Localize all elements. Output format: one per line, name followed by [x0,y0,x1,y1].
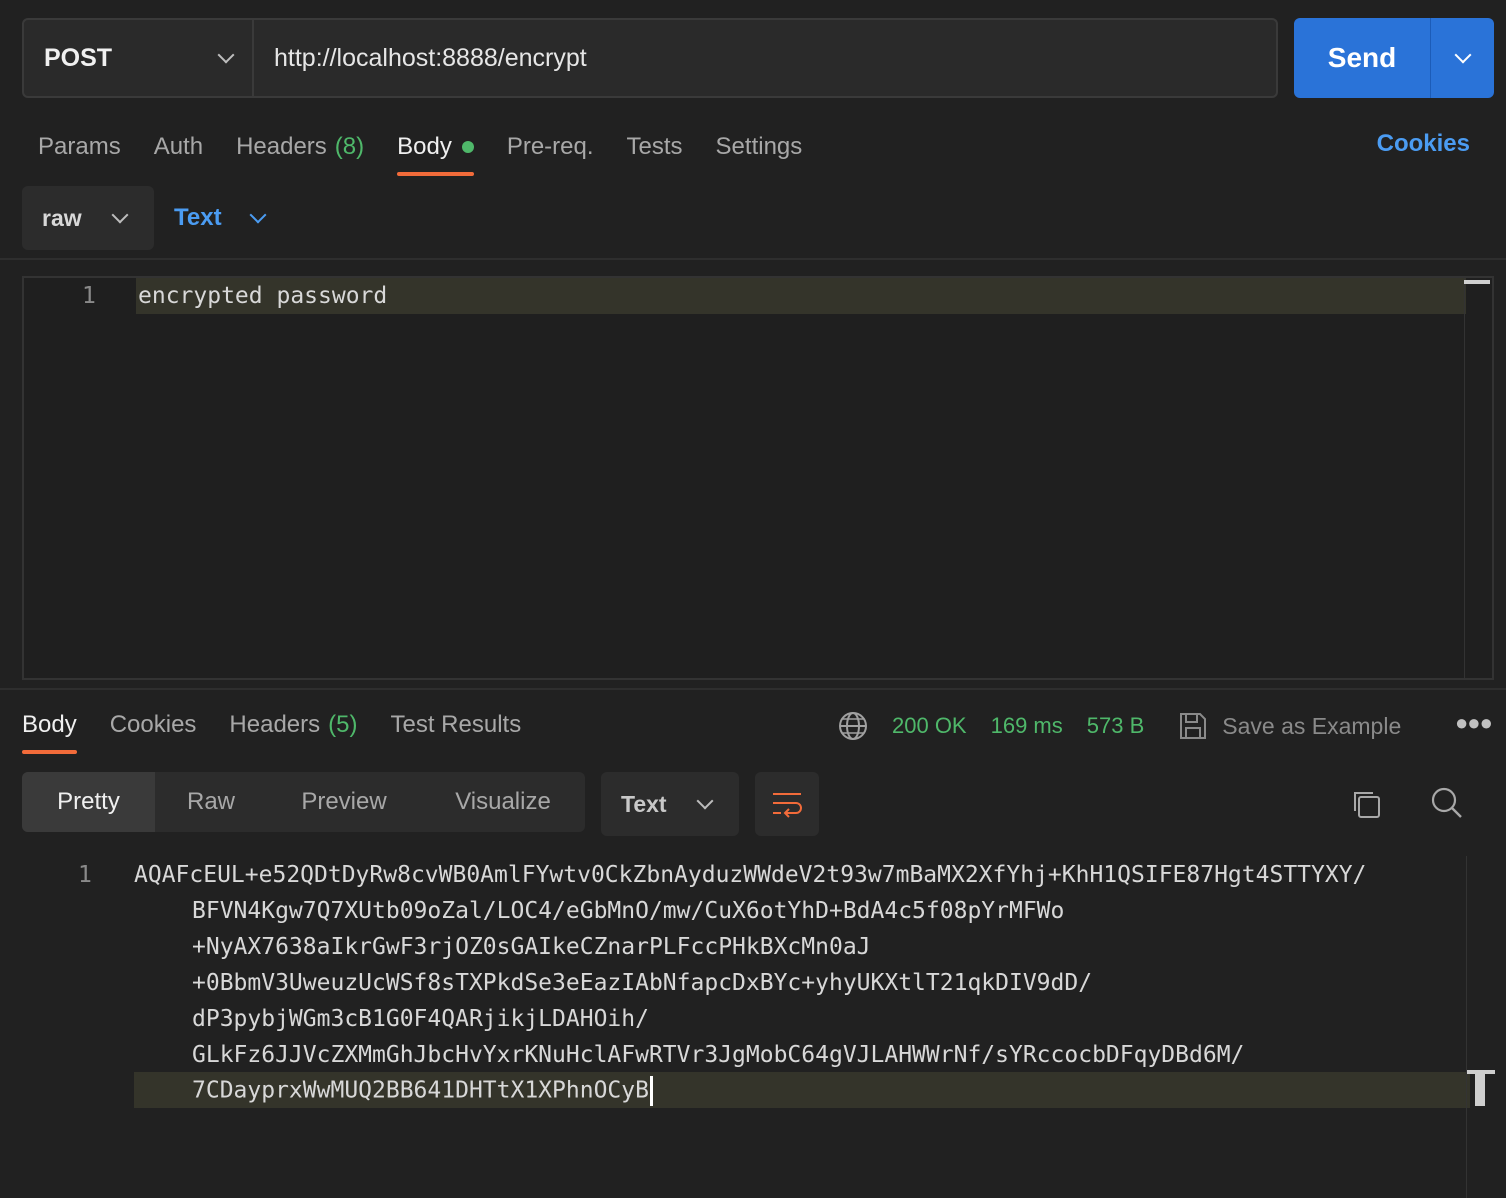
chevron-down-icon [249,206,267,224]
tab-label: Pre-req. [506,133,594,160]
chevron-down-icon [111,206,129,224]
view-mode-visualize[interactable]: Visualize [421,772,585,832]
send-options-button[interactable] [1430,18,1494,98]
code-line: BFVN4Kgw7Q7XUtb09oZal/LOC4/eGbMnO/mw/CuX… [192,898,1065,924]
tab-pre-request[interactable]: Pre-req. [507,118,594,176]
code-line: GLkFz6JJVcZXMmGhJbcHvYxrKNuHclAFwRTVr3Jg… [192,1042,1245,1068]
response-format-label: Text [621,790,667,817]
url-text: http://localhost:8888/encrypt [274,43,587,72]
globe-icon[interactable] [838,711,868,741]
view-mode-pretty[interactable]: Pretty [22,772,155,832]
view-mode-preview[interactable]: Preview [267,772,421,832]
tab-test-results[interactable]: Test Results [390,696,521,754]
tab-label: Tests [626,133,683,160]
scrollbar[interactable] [1464,278,1492,678]
tab-label: Auth [153,133,204,160]
method-label: POST [44,43,113,72]
status-code[interactable]: 200 OK [892,713,967,739]
tab-response-headers[interactable]: Headers (5) [229,696,357,754]
divider [0,688,1506,690]
wrap-lines-icon [773,793,802,818]
url-input[interactable]: http://localhost:8888/encrypt [254,20,1276,96]
request-body-editor[interactable]: 1 encrypted password [22,276,1494,680]
line-number: 1 [78,862,92,888]
chevron-down-icon [217,46,235,64]
save-icon [1180,713,1207,739]
tab-params[interactable]: Params [38,118,121,176]
cookies-link[interactable]: Cookies [1377,130,1470,158]
request-tabs: Params Auth Headers (8) Body Pre-req. Tes… [38,118,835,178]
tab-body[interactable]: Body [397,118,474,176]
scrollbar-thumb[interactable] [1464,280,1490,284]
scrollbar[interactable] [1466,856,1495,1198]
view-mode-segmented: Pretty Raw Preview Visualize [22,772,585,832]
tab-response-body[interactable]: Body [22,696,77,754]
save-as-example-button[interactable]: Save as Example [1178,711,1401,741]
response-body-viewer[interactable]: 1 AQAFcEUL+e52QDtDyRw8cvWB0AmlFYwtv0CkZb… [0,856,1506,1198]
response-meta: 200 OK 169 ms 573 B Save as Example [838,706,1401,746]
scrollbar-thumb[interactable] [1475,1070,1485,1106]
tab-label: Test Results [390,711,522,738]
tab-label: Params [38,133,121,160]
wrap-lines-button[interactable] [755,772,819,836]
send-button[interactable]: Send [1294,18,1430,98]
chevron-down-icon [696,792,714,810]
request-url-bar: POST http://localhost:8888/encrypt [22,18,1278,98]
chevron-down-icon [1454,46,1471,64]
response-size[interactable]: 573 B [1087,713,1145,739]
tab-label: Body [397,133,452,160]
body-modified-dot [461,141,474,153]
line-number: 1 [82,283,96,309]
more-options-icon[interactable]: ●●● [1455,710,1493,736]
copy-icon[interactable] [1350,788,1382,820]
tab-label: Cookies [109,711,197,738]
response-format-select[interactable]: Text [601,772,739,836]
text-cursor [649,1076,653,1106]
code-line-text: 7CDayprxWwMUQ2BB641DHTtX1XPhnOCyB [192,1077,649,1104]
send-button-group: Send [1294,18,1494,98]
code-line-last: 7CDayprxWwMUQ2BB641DHTtX1XPhnOCyB [192,1076,653,1106]
headers-count: (5) [328,711,358,738]
tab-settings[interactable]: Settings [716,118,803,176]
body-mode-label: raw [42,204,82,231]
divider [0,258,1506,260]
body-mode-select[interactable]: raw [22,186,154,250]
code-line: encrypted password [138,283,388,309]
view-mode-raw[interactable]: Raw [155,772,267,832]
method-select[interactable]: POST [24,20,254,96]
tab-response-cookies[interactable]: Cookies [110,696,197,754]
search-icon[interactable] [1430,786,1464,820]
response-tabs: Body Cookies Headers (5) Test Results [22,696,554,756]
body-format-select[interactable]: Text [174,186,267,250]
tab-tests[interactable]: Tests [627,118,683,176]
code-line: +NyAX7638aIkrGwF3rjOZ0sGAIkeCZnarPLFccPH… [192,934,871,960]
tab-auth[interactable]: Auth [154,118,203,176]
tab-headers[interactable]: Headers (8) [236,118,364,176]
code-line: dP3pybjWGm3cB1G0F4QARjikjLDAHOih/ [192,1006,649,1032]
headers-count: (8) [334,133,365,160]
response-time[interactable]: 169 ms [991,713,1063,739]
code-line: +0BbmV3UweuzUcWSf8sTXPkdSe3eEazIAbNfapcD… [192,970,1093,996]
body-format-label: Text [174,204,222,231]
tab-label: Body [22,711,77,738]
tab-label: Headers [236,133,327,160]
tab-label: Settings [715,133,803,160]
code-line: AQAFcEUL+e52QDtDyRw8cvWB0AmlFYwtv0CkZbnA… [134,862,1367,888]
save-as-example-label: Save as Example [1222,712,1402,739]
tab-label: Headers [229,711,321,738]
